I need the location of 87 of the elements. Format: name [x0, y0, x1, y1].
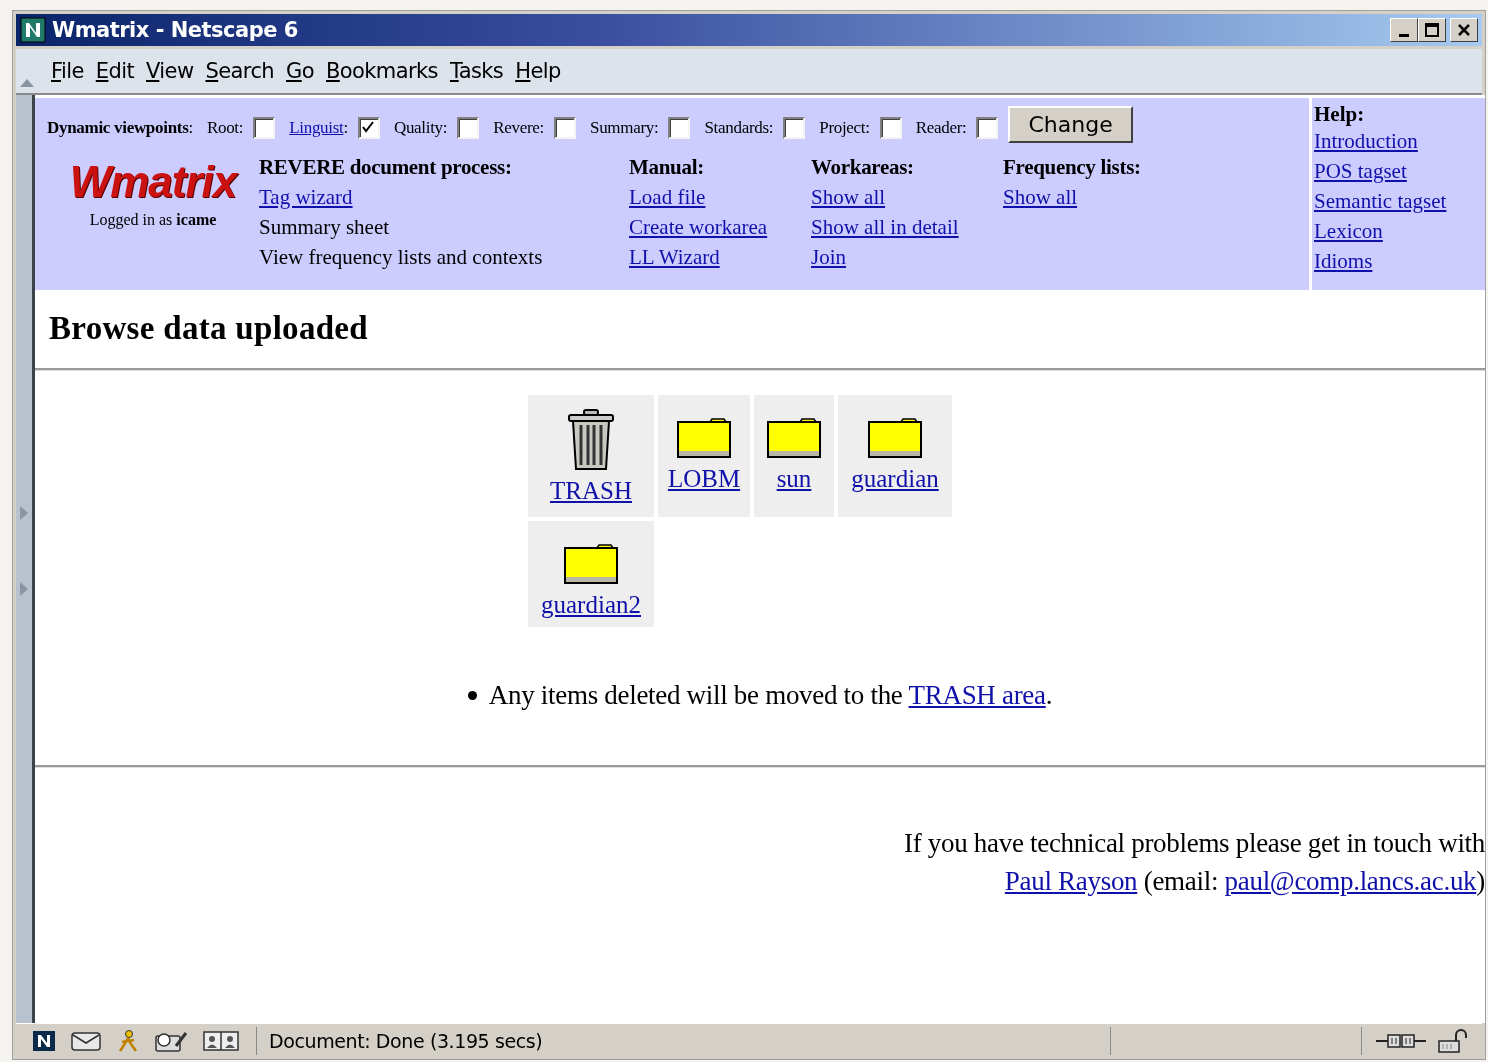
nav-link[interactable]: Show all in detail	[811, 212, 991, 242]
help-heading: Help:	[1314, 102, 1366, 126]
menu-item[interactable]: File	[46, 56, 89, 86]
navigator-icon[interactable]	[32, 1029, 56, 1052]
menu-item[interactable]: Go	[281, 56, 319, 86]
colon-label: :	[343, 118, 348, 137]
trash-link[interactable]: TRASH	[542, 477, 640, 505]
section-heading: REVERE document process:	[259, 154, 513, 181]
window-title: Wmatrix - Netscape 6	[52, 18, 299, 42]
help-link[interactable]: Lexicon	[1314, 216, 1483, 246]
nav-text: View frequency lists and contexts	[259, 244, 544, 271]
menu-item[interactable]: Tasks	[444, 56, 509, 86]
viewpoint-label: Summary:	[590, 118, 659, 138]
compose-icon[interactable]	[154, 1029, 188, 1052]
nav-link[interactable]: LL Wizard	[629, 242, 799, 272]
app-logo-icon	[20, 17, 46, 43]
status-text: Document: Done (3.195 secs)	[257, 1026, 1111, 1055]
menu-item[interactable]: Bookmarks	[321, 56, 443, 86]
close-button[interactable]	[1450, 18, 1478, 42]
trash-area-link[interactable]: TRASH area	[908, 679, 1046, 710]
viewpoint-label: Root:	[206, 118, 244, 138]
folder-tile[interactable]: guardian	[838, 395, 952, 517]
folder-icon	[676, 417, 732, 459]
section-heading: Manual:	[629, 154, 705, 181]
maximize-button[interactable]	[1418, 18, 1446, 42]
folder-link[interactable]: guardian2	[533, 591, 649, 619]
address-book-icon[interactable]	[202, 1029, 240, 1052]
folder-icon	[766, 417, 822, 459]
checkbox[interactable]	[879, 117, 902, 139]
folder-tile[interactable]: sun	[754, 395, 834, 517]
viewpoint-link[interactable]: Linguist	[289, 118, 344, 137]
help-link[interactable]: Semantic tagset	[1314, 186, 1483, 216]
viewpoint-label: Standards:	[704, 118, 774, 138]
folder-link[interactable]: guardian	[843, 465, 947, 493]
checkbox[interactable]	[357, 117, 380, 139]
help-link[interactable]: POS tagset	[1314, 156, 1483, 186]
minimize-icon	[1399, 33, 1409, 37]
minimize-button[interactable]	[1390, 18, 1418, 42]
contact-line: Paul Rayson (email: paul@comp.lancs.ac.uk)	[1004, 865, 1485, 898]
nav-link[interactable]: Load file	[629, 182, 799, 212]
note-text: Any items deleted will be moved to the TRASH area.	[488, 679, 1053, 711]
folder-tile[interactable]: TRASH	[528, 395, 654, 517]
nav-link[interactable]: Show all	[1003, 182, 1141, 212]
page-title: Browse data uploaded	[49, 310, 369, 348]
viewpoint-label: Project:	[819, 118, 870, 138]
maximize-icon	[1424, 22, 1440, 38]
trash-can-icon	[567, 409, 615, 471]
help-link[interactable]: Introduction	[1314, 126, 1483, 156]
folder-icon	[563, 543, 619, 585]
viewpoints-label: Dynamic viewpoints:	[47, 118, 193, 138]
menu-item[interactable]: Edit	[90, 56, 140, 86]
nav-link[interactable]: Tag wizard	[259, 182, 617, 212]
bullet-icon	[467, 690, 477, 700]
email-link[interactable]: paul@comp.lancs.ac.uk	[1224, 866, 1477, 896]
login-status: Logged in as icame	[89, 210, 217, 230]
nav-text: Summary sheet	[259, 214, 391, 241]
nav-link[interactable]: Create workarea	[629, 212, 799, 242]
checkbox[interactable]	[457, 117, 480, 139]
change-button[interactable]: Change	[1008, 106, 1133, 143]
menu-item[interactable]: View	[141, 56, 199, 86]
person-icon[interactable]	[116, 1028, 140, 1053]
contact-text: If you have technical problems please get in touch with	[903, 827, 1485, 860]
folder-icon	[867, 417, 923, 459]
help-link[interactable]: Idioms	[1314, 246, 1483, 276]
menu-item[interactable]: Search	[200, 56, 280, 86]
section-heading: Frequency lists:	[1003, 154, 1141, 181]
lock-icon[interactable]	[1436, 1028, 1470, 1053]
name-link[interactable]: Paul Rayson	[1004, 866, 1138, 896]
logo: Wmatrix	[69, 156, 237, 208]
viewpoint-label: Quality:	[393, 118, 448, 138]
nav-link[interactable]: Join	[811, 242, 991, 272]
section-heading: Workareas:	[811, 154, 915, 181]
checkbox[interactable]	[783, 117, 806, 139]
checkbox[interactable]	[976, 117, 999, 139]
folder-link[interactable]: LOBM	[659, 465, 749, 493]
checkbox[interactable]	[554, 117, 576, 139]
viewpoint-label: Revere:	[493, 118, 544, 138]
close-icon	[1456, 22, 1472, 38]
viewpoint-label: Reader:	[915, 118, 967, 138]
folder-tile[interactable]: LOBM	[658, 395, 750, 517]
checkbox[interactable]	[253, 117, 276, 139]
folder-link[interactable]: sun	[768, 465, 820, 493]
checkbox[interactable]	[668, 117, 691, 139]
folder-tile[interactable]: guardian2	[528, 521, 654, 627]
nav-link[interactable]: Show all	[811, 182, 991, 212]
menu-item[interactable]: Help	[510, 56, 566, 86]
mail-icon[interactable]	[70, 1029, 102, 1052]
